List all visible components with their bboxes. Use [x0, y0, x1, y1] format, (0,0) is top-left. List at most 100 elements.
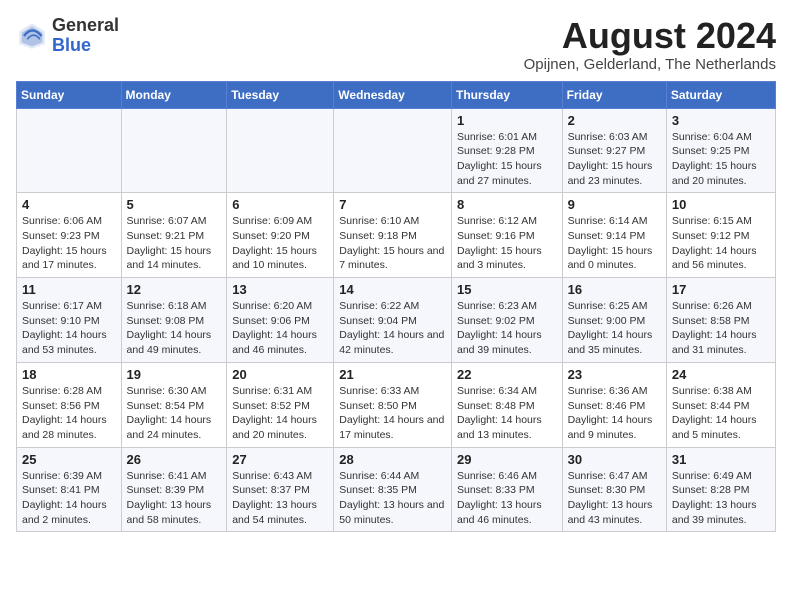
day-info: Sunrise: 6:34 AM Sunset: 8:48 PM Dayligh…: [457, 384, 557, 443]
calendar-cell: 29 Sunrise: 6:46 AM Sunset: 8:33 PM Dayli…: [451, 447, 562, 532]
day-number: 6: [232, 197, 328, 212]
calendar-cell: 8Sunrise: 6:12 AM Sunset: 9:16 PM Daylig…: [451, 193, 562, 278]
day-of-week-thursday: Thursday: [451, 81, 562, 108]
calendar-cell: 17 Sunrise: 6:26 AM Sunset: 8:58 PM Dayli…: [666, 278, 775, 363]
day-number: 20: [232, 367, 328, 382]
day-info: Sunrise: 6:31 AM Sunset: 8:52 PM Dayligh…: [232, 384, 328, 443]
day-info: Sunrise: 6:30 AM Sunset: 8:54 PM Dayligh…: [127, 384, 222, 443]
day-info: Sunrise: 6:23 AM Sunset: 9:02 PM Dayligh…: [457, 299, 557, 358]
day-number: 17: [672, 282, 770, 297]
day-info: Sunrise: 6:49 AM Sunset: 8:28 PM Dayligh…: [672, 469, 770, 528]
day-of-week-saturday: Saturday: [666, 81, 775, 108]
day-number: 7: [339, 197, 446, 212]
calendar-cell: 23 Sunrise: 6:36 AM Sunset: 8:46 PM Dayli…: [562, 362, 666, 447]
calendar-cell: 22 Sunrise: 6:34 AM Sunset: 8:48 PM Dayli…: [451, 362, 562, 447]
calendar-cell: 20 Sunrise: 6:31 AM Sunset: 8:52 PM Dayli…: [227, 362, 334, 447]
day-info: Sunrise: 6:15 AM Sunset: 9:12 PM Dayligh…: [672, 214, 770, 273]
day-info: Sunrise: 6:26 AM Sunset: 8:58 PM Dayligh…: [672, 299, 770, 358]
day-info: Sunrise: 6:06 AM Sunset: 9:23 PM Dayligh…: [22, 214, 116, 273]
day-info: Sunrise: 6:44 AM Sunset: 8:35 PM Dayligh…: [339, 469, 446, 528]
calendar-cell: [121, 108, 227, 193]
logo-icon: [16, 20, 48, 52]
day-of-week-tuesday: Tuesday: [227, 81, 334, 108]
day-info: Sunrise: 6:38 AM Sunset: 8:44 PM Dayligh…: [672, 384, 770, 443]
day-number: 29: [457, 452, 557, 467]
day-number: 28: [339, 452, 446, 467]
day-info: Sunrise: 6:01 AM Sunset: 9:28 PM Dayligh…: [457, 130, 557, 189]
logo: General Blue: [16, 16, 119, 56]
calendar-cell: 9 Sunrise: 6:14 AM Sunset: 9:14 PM Daylig…: [562, 193, 666, 278]
day-number: 11: [22, 282, 116, 297]
calendar-cell: 4Sunrise: 6:06 AM Sunset: 9:23 PM Daylig…: [17, 193, 122, 278]
calendar-cell: 3Sunrise: 6:04 AM Sunset: 9:25 PM Daylig…: [666, 108, 775, 193]
day-of-week-sunday: Sunday: [17, 81, 122, 108]
calendar-table: SundayMondayTuesdayWednesdayThursdayFrid…: [16, 81, 776, 533]
calendar-cell: 5 Sunrise: 6:07 AM Sunset: 9:21 PM Daylig…: [121, 193, 227, 278]
calendar-cell: [17, 108, 122, 193]
calendar-cell: 7 Sunrise: 6:10 AM Sunset: 9:18 PM Daylig…: [334, 193, 452, 278]
day-number: 1: [457, 113, 557, 128]
day-of-week-monday: Monday: [121, 81, 227, 108]
day-number: 13: [232, 282, 328, 297]
calendar-cell: 24 Sunrise: 6:38 AM Sunset: 8:44 PM Dayli…: [666, 362, 775, 447]
calendar-cell: 2 Sunrise: 6:03 AM Sunset: 9:27 PM Daylig…: [562, 108, 666, 193]
day-number: 9: [568, 197, 661, 212]
day-info: Sunrise: 6:07 AM Sunset: 9:21 PM Dayligh…: [127, 214, 222, 273]
day-number: 23: [568, 367, 661, 382]
calendar-cell: 14Sunrise: 6:22 AM Sunset: 9:04 PM Dayli…: [334, 278, 452, 363]
logo-text: General Blue: [52, 16, 119, 56]
calendar-cell: 21 Sunrise: 6:33 AM Sunset: 8:50 PM Dayli…: [334, 362, 452, 447]
calendar-cell: 26Sunrise: 6:41 AM Sunset: 8:39 PM Dayli…: [121, 447, 227, 532]
day-number: 18: [22, 367, 116, 382]
calendar-body: 1 Sunrise: 6:01 AM Sunset: 9:28 PM Daylig…: [17, 108, 776, 532]
day-number: 21: [339, 367, 446, 382]
calendar-week-row: 18 Sunrise: 6:28 AM Sunset: 8:56 PM Dayli…: [17, 362, 776, 447]
day-info: Sunrise: 6:33 AM Sunset: 8:50 PM Dayligh…: [339, 384, 446, 443]
calendar-cell: 16 Sunrise: 6:25 AM Sunset: 9:00 PM Dayli…: [562, 278, 666, 363]
calendar-cell: 19 Sunrise: 6:30 AM Sunset: 8:54 PM Dayli…: [121, 362, 227, 447]
day-number: 12: [127, 282, 222, 297]
calendar-week-row: 4Sunrise: 6:06 AM Sunset: 9:23 PM Daylig…: [17, 193, 776, 278]
day-info: Sunrise: 6:17 AM Sunset: 9:10 PM Dayligh…: [22, 299, 116, 358]
calendar-week-row: 25Sunrise: 6:39 AM Sunset: 8:41 PM Dayli…: [17, 447, 776, 532]
calendar-header-row: SundayMondayTuesdayWednesdayThursdayFrid…: [17, 81, 776, 108]
day-info: Sunrise: 6:39 AM Sunset: 8:41 PM Dayligh…: [22, 469, 116, 528]
calendar-cell: 1 Sunrise: 6:01 AM Sunset: 9:28 PM Daylig…: [451, 108, 562, 193]
day-number: 2: [568, 113, 661, 128]
day-of-week-wednesday: Wednesday: [334, 81, 452, 108]
calendar-cell: [334, 108, 452, 193]
day-info: Sunrise: 6:28 AM Sunset: 8:56 PM Dayligh…: [22, 384, 116, 443]
calendar-cell: 15 Sunrise: 6:23 AM Sunset: 9:02 PM Dayli…: [451, 278, 562, 363]
calendar-cell: 11 Sunrise: 6:17 AM Sunset: 9:10 PM Dayli…: [17, 278, 122, 363]
day-info: Sunrise: 6:10 AM Sunset: 9:18 PM Dayligh…: [339, 214, 446, 273]
day-info: Sunrise: 6:25 AM Sunset: 9:00 PM Dayligh…: [568, 299, 661, 358]
calendar-cell: 28 Sunrise: 6:44 AM Sunset: 8:35 PM Dayli…: [334, 447, 452, 532]
day-info: Sunrise: 6:46 AM Sunset: 8:33 PM Dayligh…: [457, 469, 557, 528]
day-number: 16: [568, 282, 661, 297]
day-info: Sunrise: 6:03 AM Sunset: 9:27 PM Dayligh…: [568, 130, 661, 189]
day-info: Sunrise: 6:36 AM Sunset: 8:46 PM Dayligh…: [568, 384, 661, 443]
day-info: Sunrise: 6:12 AM Sunset: 9:16 PM Dayligh…: [457, 214, 557, 273]
calendar-cell: 10Sunrise: 6:15 AM Sunset: 9:12 PM Dayli…: [666, 193, 775, 278]
calendar-week-row: 1 Sunrise: 6:01 AM Sunset: 9:28 PM Daylig…: [17, 108, 776, 193]
calendar-cell: [227, 108, 334, 193]
calendar-subtitle: Opijnen, Gelderland, The Netherlands: [524, 56, 776, 73]
day-info: Sunrise: 6:14 AM Sunset: 9:14 PM Dayligh…: [568, 214, 661, 273]
day-number: 24: [672, 367, 770, 382]
day-info: Sunrise: 6:20 AM Sunset: 9:06 PM Dayligh…: [232, 299, 328, 358]
day-number: 5: [127, 197, 222, 212]
day-info: Sunrise: 6:43 AM Sunset: 8:37 PM Dayligh…: [232, 469, 328, 528]
calendar-cell: 27Sunrise: 6:43 AM Sunset: 8:37 PM Dayli…: [227, 447, 334, 532]
day-number: 22: [457, 367, 557, 382]
day-info: Sunrise: 6:09 AM Sunset: 9:20 PM Dayligh…: [232, 214, 328, 273]
header: General Blue August 2024 Opijnen, Gelder…: [16, 16, 776, 73]
calendar-cell: 31Sunrise: 6:49 AM Sunset: 8:28 PM Dayli…: [666, 447, 775, 532]
day-of-week-friday: Friday: [562, 81, 666, 108]
day-number: 26: [127, 452, 222, 467]
day-info: Sunrise: 6:22 AM Sunset: 9:04 PM Dayligh…: [339, 299, 446, 358]
day-number: 15: [457, 282, 557, 297]
calendar-cell: 13 Sunrise: 6:20 AM Sunset: 9:06 PM Dayli…: [227, 278, 334, 363]
day-info: Sunrise: 6:04 AM Sunset: 9:25 PM Dayligh…: [672, 130, 770, 189]
day-number: 19: [127, 367, 222, 382]
calendar-title: August 2024: [524, 16, 776, 56]
